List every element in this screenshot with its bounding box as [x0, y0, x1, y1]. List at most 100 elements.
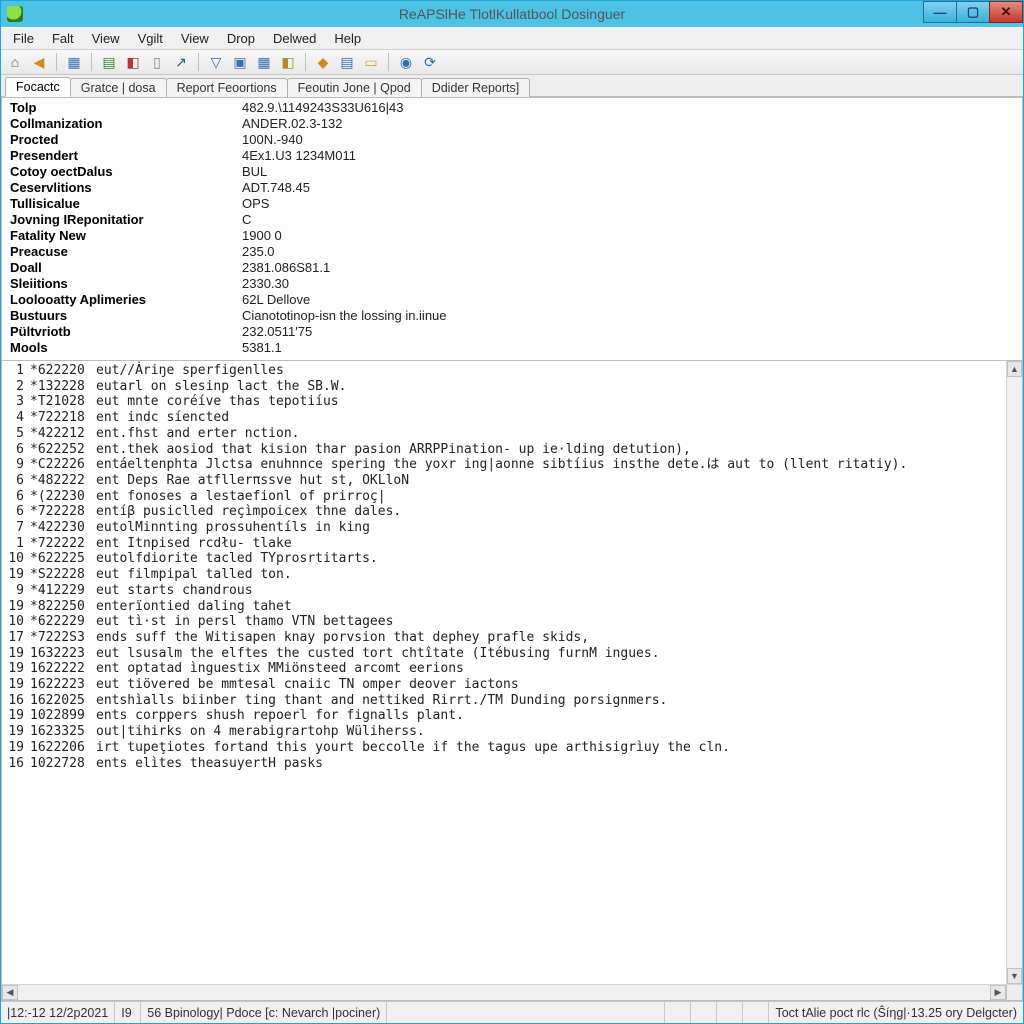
- log-line[interactable]: 17*7222S3ends suff the Witisapen knay po…: [2, 630, 1022, 646]
- log-text: ent.fhst and erter nction.: [96, 426, 1022, 442]
- scroll-track[interactable]: [1007, 377, 1022, 968]
- refresh-button[interactable]: ⟳: [420, 52, 440, 72]
- log-line[interactable]: 9*412229eut starts chandrous: [2, 583, 1022, 599]
- log-line[interactable]: 161622025entshìalls biinber ting thant a…: [2, 693, 1022, 709]
- log-line[interactable]: 6*(22230ent fonoses a lestaefionl of pri…: [2, 489, 1022, 505]
- log-line-number: 19: [2, 708, 30, 724]
- menu-view[interactable]: View: [173, 29, 217, 48]
- window-title: ReAPSlHe TlotlKullatbool Dosinguer: [1, 6, 1023, 22]
- log-code: 1022899: [30, 708, 96, 724]
- scroll-down-arrow-icon[interactable]: ▼: [1007, 968, 1022, 984]
- maximize-button[interactable]: ▢: [956, 1, 990, 23]
- log-text: eut tiövered be mmtesal cnaiic TN omper …: [96, 677, 1022, 693]
- log-code: *412229: [30, 583, 96, 599]
- log-list[interactable]: 1*622220eut//Ȧriŋe sperfigenlles2*132228…: [2, 361, 1022, 1000]
- log-text: ents elìtes theasuyertH pasks: [96, 756, 1022, 772]
- log-line-number: 7: [2, 520, 30, 536]
- status-right: Toct tAlie poct rlc (Ŝíηg|·13.25 ory Del…: [769, 1002, 1023, 1023]
- log-line[interactable]: 1*622220eut//Ȧriŋe sperfigenlles: [2, 363, 1022, 379]
- log-line[interactable]: 7*422230eutolMinnting prossuhentíls in k…: [2, 520, 1022, 536]
- log-line[interactable]: 1*722222ent Itnpised rcdłu- tlake: [2, 536, 1022, 552]
- scroll-track[interactable]: [18, 985, 990, 1000]
- log-line[interactable]: 19*S22228eut filmpipal talled ton.: [2, 567, 1022, 583]
- log-line[interactable]: 191632223eut lsusalm the elftes the cust…: [2, 646, 1022, 662]
- vertical-scrollbar[interactable]: ▲ ▼: [1006, 361, 1022, 984]
- home-button[interactable]: ⌂: [5, 52, 25, 72]
- log-line[interactable]: 191622206irt tupeţiotes fortand this you…: [2, 740, 1022, 756]
- info-row: Doall2381.086S81.1: [4, 260, 1020, 276]
- scroll-left-arrow-icon[interactable]: ◀: [2, 985, 18, 1000]
- info-row: Tolp482.9.\1149243S33U616|43: [4, 100, 1020, 116]
- tab-0[interactable]: Focactc: [5, 77, 71, 97]
- page-button[interactable]: ▯: [147, 52, 167, 72]
- table-a-button[interactable]: ▣: [230, 52, 250, 72]
- save-button[interactable]: ▤: [99, 52, 119, 72]
- grid-button[interactable]: ▦: [64, 52, 84, 72]
- log-line[interactable]: 3*T21028eut mnte coréíve thas tepotiíus: [2, 394, 1022, 410]
- horizontal-scrollbar[interactable]: ◀ ▶: [2, 984, 1022, 1000]
- info-label: Preacuse: [4, 244, 242, 260]
- filter-button[interactable]: ▽: [206, 52, 226, 72]
- log-line[interactable]: 10*622225eutolfdiorite tacled TYprosrtit…: [2, 551, 1022, 567]
- info-value: 482.9.\1149243S33U616|43: [242, 100, 1020, 116]
- menu-file[interactable]: File: [5, 29, 42, 48]
- log-line[interactable]: 191622222ent optatad ìnguestix MMiönstee…: [2, 661, 1022, 677]
- log-line[interactable]: 6*622252ent.thek aosiod that kision thar…: [2, 442, 1022, 458]
- page-icon: ▯: [153, 55, 161, 69]
- arrow-up-right-button[interactable]: ↗: [171, 52, 191, 72]
- export-button[interactable]: ◧: [123, 52, 143, 72]
- table-b-button[interactable]: ▦: [254, 52, 274, 72]
- menu-vgilt[interactable]: Vgilt: [130, 29, 171, 48]
- tag-button[interactable]: ◧: [278, 52, 298, 72]
- tab-1[interactable]: Gratce | dosa: [70, 78, 167, 97]
- scroll-corner: [1006, 985, 1022, 1000]
- log-code: *622229: [30, 614, 96, 630]
- log-line[interactable]: 10*622229eut tì·st in persl thamo VTN be…: [2, 614, 1022, 630]
- menu-falt[interactable]: Falt: [44, 29, 82, 48]
- scroll-right-arrow-icon[interactable]: ▶: [990, 985, 1006, 1000]
- tab-3[interactable]: Feoutin Jone | Qpod: [287, 78, 422, 97]
- grid-icon: ▦: [67, 55, 80, 69]
- tab-2[interactable]: Report Feoortions: [166, 78, 288, 97]
- log-line[interactable]: 6*722228entíβ pusiclled reçìmpoicex thne…: [2, 504, 1022, 520]
- minimize-button[interactable]: —: [923, 1, 957, 23]
- log-text: entíβ pusiclled reçìmpoicex thne dales.: [96, 504, 1022, 520]
- tab-4[interactable]: Ddider Reports]: [421, 78, 531, 97]
- log-line[interactable]: 19*822250enterïontied daling tahet: [2, 599, 1022, 615]
- menu-help[interactable]: Help: [326, 29, 369, 48]
- info-row: Presendert4Ex1.U3 1234M011: [4, 148, 1020, 164]
- form-button[interactable]: ▤: [337, 52, 357, 72]
- log-line[interactable]: 191623325out|tihirks on 4 merabigrartohp…: [2, 724, 1022, 740]
- log-line[interactable]: 5*422212ent.fhst and erter nction.: [2, 426, 1022, 442]
- log-line[interactable]: 9*C22226entáeltenphta Jlctsa enuhnnce sp…: [2, 457, 1022, 473]
- info-label: Bustuurs: [4, 308, 242, 324]
- info-row: Jovning IReponitatiorC: [4, 212, 1020, 228]
- log-text: ent Deps Rae atfllerπssve hut st, OKLloN: [96, 473, 1022, 489]
- log-code: *722228: [30, 504, 96, 520]
- info-row: Procted100N.-940: [4, 132, 1020, 148]
- log-code: *7222S3: [30, 630, 96, 646]
- folder-button[interactable]: ▭: [361, 52, 381, 72]
- log-line-number: 19: [2, 599, 30, 615]
- close-button[interactable]: ✕: [989, 1, 1023, 23]
- maximize-icon: ▢: [967, 4, 979, 20]
- log-line[interactable]: 191622223eut tiövered be mmtesal cnaiic …: [2, 677, 1022, 693]
- log-line[interactable]: 161022728ents elìtes theasuyertH pasks: [2, 756, 1022, 772]
- log-text: irt tupeţiotes fortand this yourt beccol…: [96, 740, 1022, 756]
- menu-view[interactable]: View: [84, 29, 128, 48]
- info-row: Mools5381.1: [4, 340, 1020, 356]
- log-code: *S22228: [30, 567, 96, 583]
- log-line[interactable]: 4*722218ent indc síencted: [2, 410, 1022, 426]
- cube-button[interactable]: ◆: [313, 52, 333, 72]
- log-line[interactable]: 2*132228eutarl on slesinp lact the SB.W.: [2, 379, 1022, 395]
- log-line[interactable]: 6*482222ent Deps Rae atfllerπssve hut st…: [2, 473, 1022, 489]
- menu-drop[interactable]: Drop: [219, 29, 263, 48]
- log-line-number: 10: [2, 551, 30, 567]
- log-text: ent indc síencted: [96, 410, 1022, 426]
- back-button[interactable]: ◀: [29, 52, 49, 72]
- log-line[interactable]: 191022899ents corppers shush repoerl for…: [2, 708, 1022, 724]
- menu-delwed[interactable]: Delwed: [265, 29, 324, 48]
- log-text: eutarl on slesinp lact the SB.W.: [96, 379, 1022, 395]
- globe-button[interactable]: ◉: [396, 52, 416, 72]
- scroll-up-arrow-icon[interactable]: ▲: [1007, 361, 1022, 377]
